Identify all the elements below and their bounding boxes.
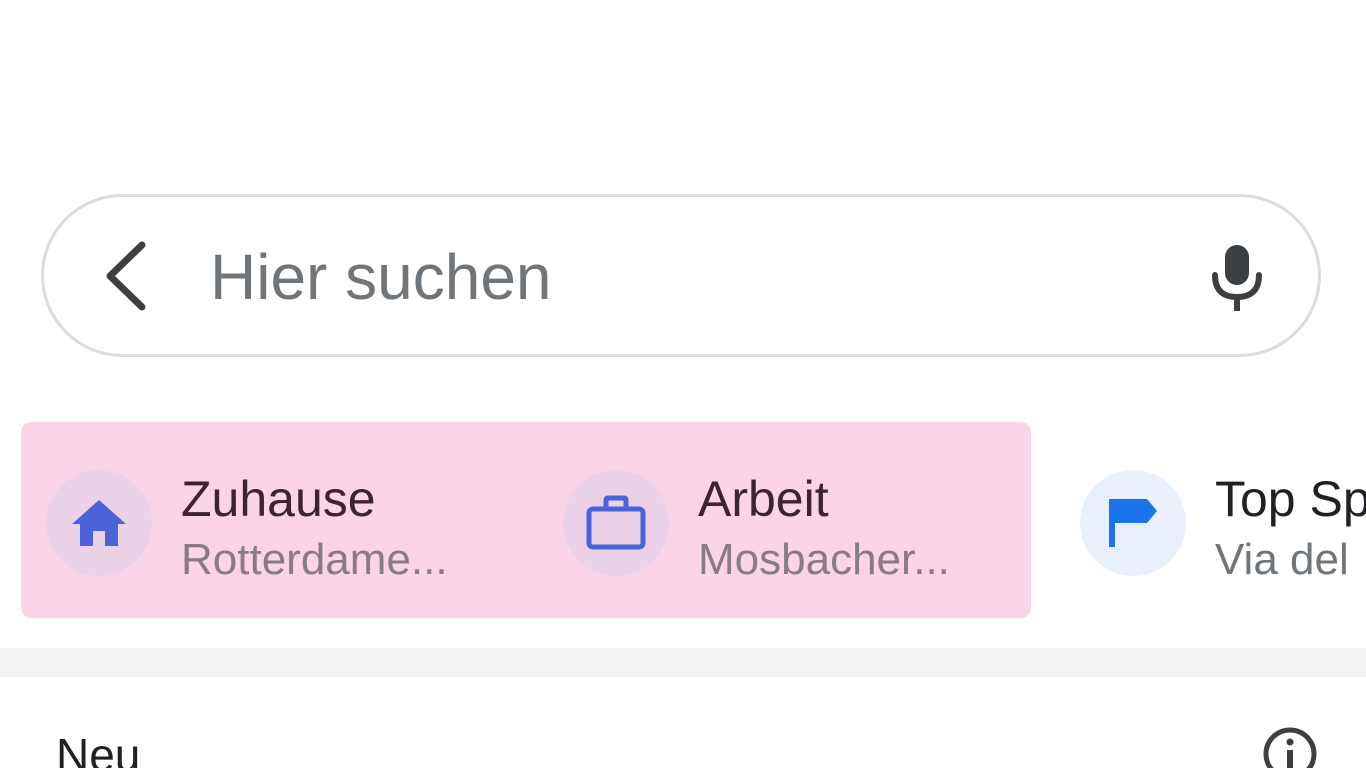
info-button[interactable]	[1262, 726, 1318, 768]
section-divider	[0, 648, 1366, 677]
shortcut-top-spot-address: Via del	[1215, 535, 1349, 581]
saved-places-highlight	[21, 422, 1031, 618]
home-icon-badge	[46, 470, 152, 576]
shortcut-home-address: Rotterdame...	[181, 535, 448, 584]
search-bar[interactable]	[41, 194, 1321, 357]
briefcase-icon-badge	[563, 470, 669, 576]
flag-icon-badge	[1080, 470, 1186, 576]
home-icon	[72, 500, 126, 546]
voice-search-button[interactable]	[1202, 239, 1272, 317]
shortcut-work-address: Mosbacher...	[698, 535, 950, 584]
search-input[interactable]	[210, 227, 1170, 327]
shortcut-work-label: Arbeit	[698, 471, 829, 527]
shortcut-top-spot-label: Top Sp	[1215, 471, 1366, 527]
maps-search-screen: Zuhause Rotterdame... Arbeit Mosbacher..…	[0, 0, 1366, 768]
shortcut-home-label: Zuhause	[181, 471, 376, 527]
microphone-icon	[1212, 245, 1262, 311]
shortcut-top-spot[interactable]: Top Sp Via del	[1080, 470, 1366, 580]
section-title-new: Neu	[56, 729, 141, 768]
chevron-left-icon	[106, 241, 146, 311]
briefcase-icon	[586, 495, 646, 550]
back-button[interactable]	[92, 241, 162, 311]
info-icon	[1263, 727, 1317, 768]
flag-icon	[1109, 499, 1157, 547]
